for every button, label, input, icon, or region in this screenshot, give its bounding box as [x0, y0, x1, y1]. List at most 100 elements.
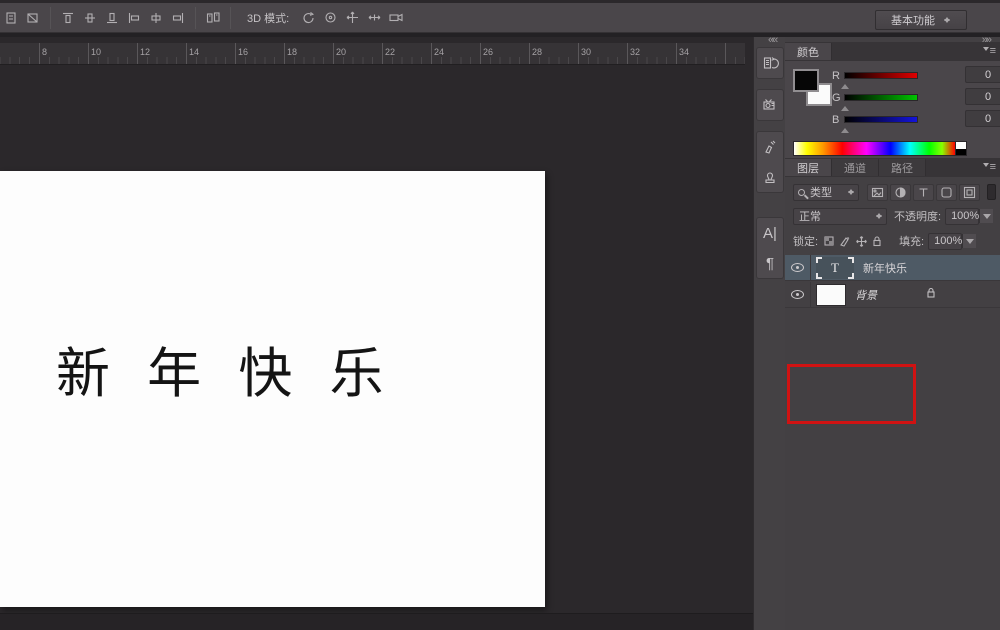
blend-mode-value: 正常 — [794, 208, 875, 224]
green-slider-handle[interactable] — [841, 102, 849, 111]
expand-dock-arrows-icon[interactable]: «« — [768, 34, 776, 46]
color-panel-tabbar: 颜色 ≡ — [785, 42, 1000, 61]
lock-position-icon[interactable] — [853, 234, 869, 249]
text-layer-thumbnail[interactable]: T — [816, 257, 854, 279]
opacity-field[interactable]: 100% — [945, 208, 979, 225]
align-horizontal-centers-icon[interactable] — [145, 7, 167, 29]
filter-adjustment-layers-icon[interactable] — [890, 184, 911, 201]
character-panel-icon[interactable]: A| — [758, 218, 782, 248]
color-panel: 颜色 ≡ R 0 G 0 B 0 — [785, 42, 1000, 158]
lock-transparency-icon[interactable] — [821, 234, 837, 249]
blue-channel-slider[interactable] — [844, 116, 918, 123]
background-layer-thumbnail[interactable] — [816, 284, 846, 306]
filter-kind-dropdown[interactable]: 类型 — [793, 184, 859, 201]
green-channel-slider[interactable] — [844, 94, 918, 101]
visibility-cell[interactable] — [785, 282, 811, 308]
threed-drag-icon[interactable] — [341, 7, 363, 29]
workspace-switcher[interactable]: 基本功能 — [875, 10, 967, 30]
fill-label: 填充: — [899, 233, 924, 249]
work-area-bottom-strip — [0, 613, 753, 630]
ruler-numbers: 8 10 12 14 16 18 20 22 24 26 28 30 32 34 — [0, 43, 745, 57]
transform-controls-icon[interactable] — [22, 7, 44, 29]
threed-scale-icon[interactable] — [385, 7, 407, 29]
eye-icon — [791, 290, 804, 299]
history-panel-icon[interactable] — [758, 48, 782, 78]
tab-layers[interactable]: 图层 — [785, 159, 832, 176]
threed-slide-icon[interactable] — [363, 7, 385, 29]
opacity-label: 不透明度: — [894, 208, 941, 224]
search-icon — [798, 189, 805, 196]
layer-row-text[interactable]: T 新年快乐 — [785, 255, 1000, 281]
blue-slider-handle[interactable] — [841, 124, 849, 133]
blend-mode-dropdown[interactable]: 正常 — [793, 208, 887, 225]
red-channel-slider[interactable] — [844, 72, 918, 79]
visibility-cell[interactable] — [785, 255, 811, 281]
ruler-number: 30 — [578, 43, 627, 57]
opacity-dropdown-arrow[interactable] — [979, 209, 993, 223]
red-slider-handle[interactable] — [841, 80, 849, 89]
ruler-number: 28 — [529, 43, 578, 57]
lock-all-icon[interactable] — [869, 234, 885, 249]
lock-row: 锁定: 填充: 100% — [785, 231, 1000, 251]
panel-column: »» 颜色 ≡ R 0 G 0 B 0 — [785, 37, 1000, 630]
document-canvas[interactable]: 新 年 快 乐 — [0, 171, 545, 607]
fill-field[interactable]: 100% — [928, 233, 962, 250]
separator — [50, 7, 51, 29]
brush-presets-panel-icon[interactable] — [758, 132, 782, 162]
opacity-value: 100% — [951, 210, 979, 222]
layer-filtering-toggle[interactable] — [987, 184, 996, 200]
filter-pixel-layers-icon[interactable] — [867, 184, 888, 201]
filter-shape-layers-icon[interactable] — [936, 184, 957, 201]
align-vertical-centers-icon[interactable] — [79, 7, 101, 29]
layers-panel-menu-icon[interactable]: ≡ — [983, 161, 996, 173]
color-panel-menu-icon[interactable]: ≡ — [983, 45, 996, 57]
align-left-edges-icon[interactable] — [123, 7, 145, 29]
clone-source-panel-icon[interactable] — [758, 162, 782, 192]
ruler-number: 16 — [235, 43, 284, 57]
blue-value-field[interactable]: 0 — [965, 110, 1000, 127]
align-right-edges-icon[interactable] — [167, 7, 189, 29]
lock-pixels-icon[interactable] — [837, 234, 853, 249]
ruler-number: 22 — [382, 43, 431, 57]
filter-smart-objects-icon[interactable] — [959, 184, 980, 201]
tab-channels[interactable]: 通道 — [832, 159, 879, 176]
spectrum-end-swatches[interactable] — [956, 141, 967, 156]
green-value-field[interactable]: 0 — [965, 88, 1000, 105]
red-channel-label: R — [832, 70, 840, 82]
color-swatches — [793, 69, 835, 111]
dock-group-type: A| ¶ — [756, 217, 784, 279]
paragraph-panel-icon[interactable]: ¶ — [758, 248, 782, 278]
foreground-color-swatch[interactable] — [793, 69, 819, 92]
layer-name[interactable]: 背景 — [855, 287, 877, 303]
color-spectrum-ramp[interactable] — [793, 141, 956, 156]
threed-rotate-icon[interactable] — [297, 7, 319, 29]
actions-panel-icon[interactable] — [758, 90, 782, 120]
horizontal-ruler[interactable]: 8 10 12 14 16 18 20 22 24 26 28 30 32 34 — [0, 43, 745, 65]
filter-kind-label: 类型 — [805, 184, 847, 200]
tab-color[interactable]: 颜色 — [785, 43, 832, 60]
align-top-edges-icon[interactable] — [57, 7, 79, 29]
lock-label: 锁定: — [793, 233, 818, 249]
fill-dropdown-arrow[interactable] — [962, 234, 976, 248]
ruler-number: 26 — [480, 43, 529, 57]
red-value-field[interactable]: 0 — [965, 66, 1000, 83]
text-thumbnail-glyph: T — [831, 260, 839, 276]
ruler-number: 14 — [186, 43, 235, 57]
align-bottom-edges-icon[interactable] — [101, 7, 123, 29]
layer-row-background[interactable]: 背景 — [785, 282, 1000, 308]
threed-roll-icon[interactable] — [319, 7, 341, 29]
updown-arrows-icon — [943, 14, 951, 26]
ruler-number: 12 — [137, 43, 186, 57]
filter-type-layers-icon[interactable] — [913, 184, 934, 201]
auto-align-layers-icon[interactable] — [202, 7, 224, 29]
separator — [230, 7, 231, 29]
ruler-number: 8 — [39, 43, 88, 57]
workspace-switcher-label: 基本功能 — [891, 12, 935, 28]
dock-group-actions — [756, 89, 784, 121]
options-bar: 3D 模式: 基本功能 — [0, 0, 1000, 33]
layer-name[interactable]: 新年快乐 — [863, 260, 907, 276]
tab-paths[interactable]: 路径 — [879, 159, 926, 176]
updown-arrows-icon — [847, 186, 855, 198]
tool-preset-icon[interactable] — [0, 7, 22, 29]
canvas-text-layer[interactable]: 新 年 快 乐 — [56, 329, 394, 408]
